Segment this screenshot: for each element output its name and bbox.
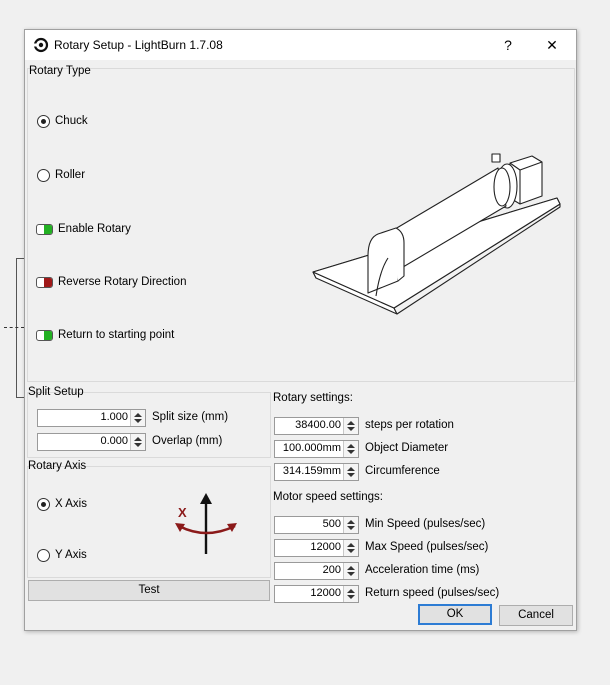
object-diameter-label: Object Diameter (365, 442, 449, 454)
reverse-direction-toggle[interactable] (36, 277, 53, 288)
steps-per-rotation-label: steps per rotation (365, 419, 454, 431)
steps-per-rotation-spinner[interactable] (343, 418, 358, 434)
y-axis-label: Y Axis (55, 549, 87, 561)
roller-label: Roller (55, 169, 86, 181)
steps-per-rotation-value: 38400.00 (295, 419, 341, 431)
min-speed-value: 500 (322, 518, 341, 530)
background-dash (4, 327, 24, 328)
cancel-button[interactable]: Cancel (499, 605, 573, 626)
rotary-settings-heading: Rotary settings: (273, 392, 353, 404)
object-diameter-value: 100.000mm (282, 442, 341, 454)
enable-rotary-toggle[interactable] (36, 224, 53, 235)
steps-per-rotation-input[interactable]: 38400.00 (274, 417, 359, 435)
max-speed-spinner[interactable] (343, 540, 358, 556)
chuck-label: Chuck (55, 115, 88, 127)
rotation-axis-icon (175, 493, 237, 554)
return-start-toggle[interactable] (36, 330, 53, 341)
return-speed-input[interactable]: 12000 (274, 585, 359, 603)
overlap-spinner[interactable] (130, 434, 145, 450)
reverse-direction-label: Reverse Rotary Direction (58, 276, 187, 288)
overlap-label: Overlap (mm) (152, 435, 223, 447)
circumference-value: 314.159mm (282, 465, 341, 477)
return-speed-label: Return speed (pulses/sec) (365, 587, 500, 599)
split-setup-label: Split Setup (28, 386, 84, 398)
y-axis-radio[interactable] (37, 549, 50, 562)
max-speed-input[interactable]: 12000 (274, 539, 359, 557)
ok-button[interactable]: OK (418, 604, 492, 625)
roller-radio[interactable] (37, 169, 50, 182)
chuck-rotary-illustration (312, 153, 561, 315)
acceleration-time-label: Acceleration time (ms) (365, 564, 480, 576)
acceleration-time-value: 200 (322, 564, 341, 576)
max-speed-value: 12000 (310, 541, 341, 553)
split-size-input[interactable]: 1.000 (37, 409, 146, 427)
min-speed-spinner[interactable] (343, 517, 358, 533)
rotary-setup-dialog: Rotary Setup - LightBurn 1.7.08 ? ✕ Rota… (24, 29, 577, 631)
test-button[interactable]: Test (28, 580, 270, 601)
circumference-spinner[interactable] (343, 464, 358, 480)
acceleration-time-input[interactable]: 200 (274, 562, 359, 580)
x-axis-radio[interactable] (37, 498, 50, 511)
object-diameter-input[interactable]: 100.000mm (274, 440, 359, 458)
circumference-input[interactable]: 314.159mm (274, 463, 359, 481)
overlap-value: 0.000 (100, 435, 128, 447)
return-speed-value: 12000 (310, 587, 341, 599)
rotation-axis-letter: X (178, 505, 187, 520)
circumference-label: Circumference (365, 465, 440, 477)
lightburn-logo-icon (33, 37, 49, 53)
window-title: Rotary Setup - LightBurn 1.7.08 (54, 38, 223, 52)
enable-rotary-label: Enable Rotary (58, 223, 131, 235)
rotary-type-label: Rotary Type (29, 65, 91, 77)
max-speed-label: Max Speed (pulses/sec) (365, 541, 489, 553)
acceleration-time-spinner[interactable] (343, 563, 358, 579)
object-diameter-spinner[interactable] (343, 441, 358, 457)
split-size-spinner[interactable] (130, 410, 145, 426)
min-speed-input[interactable]: 500 (274, 516, 359, 534)
overlap-input[interactable]: 0.000 (37, 433, 146, 451)
min-speed-label: Min Speed (pulses/sec) (365, 518, 486, 530)
help-button[interactable]: ? (493, 34, 523, 56)
split-size-value: 1.000 (100, 411, 128, 423)
split-size-label: Split size (mm) (152, 411, 229, 423)
x-axis-label: X Axis (55, 498, 87, 510)
motor-speed-heading: Motor speed settings: (273, 491, 383, 503)
return-speed-spinner[interactable] (343, 586, 358, 602)
rotary-axis-label: Rotary Axis (28, 460, 87, 472)
close-button[interactable]: ✕ (537, 34, 567, 56)
return-start-label: Return to starting point (58, 329, 175, 341)
chuck-radio[interactable] (37, 115, 50, 128)
title-bar: Rotary Setup - LightBurn 1.7.08 ? ✕ (25, 30, 576, 60)
